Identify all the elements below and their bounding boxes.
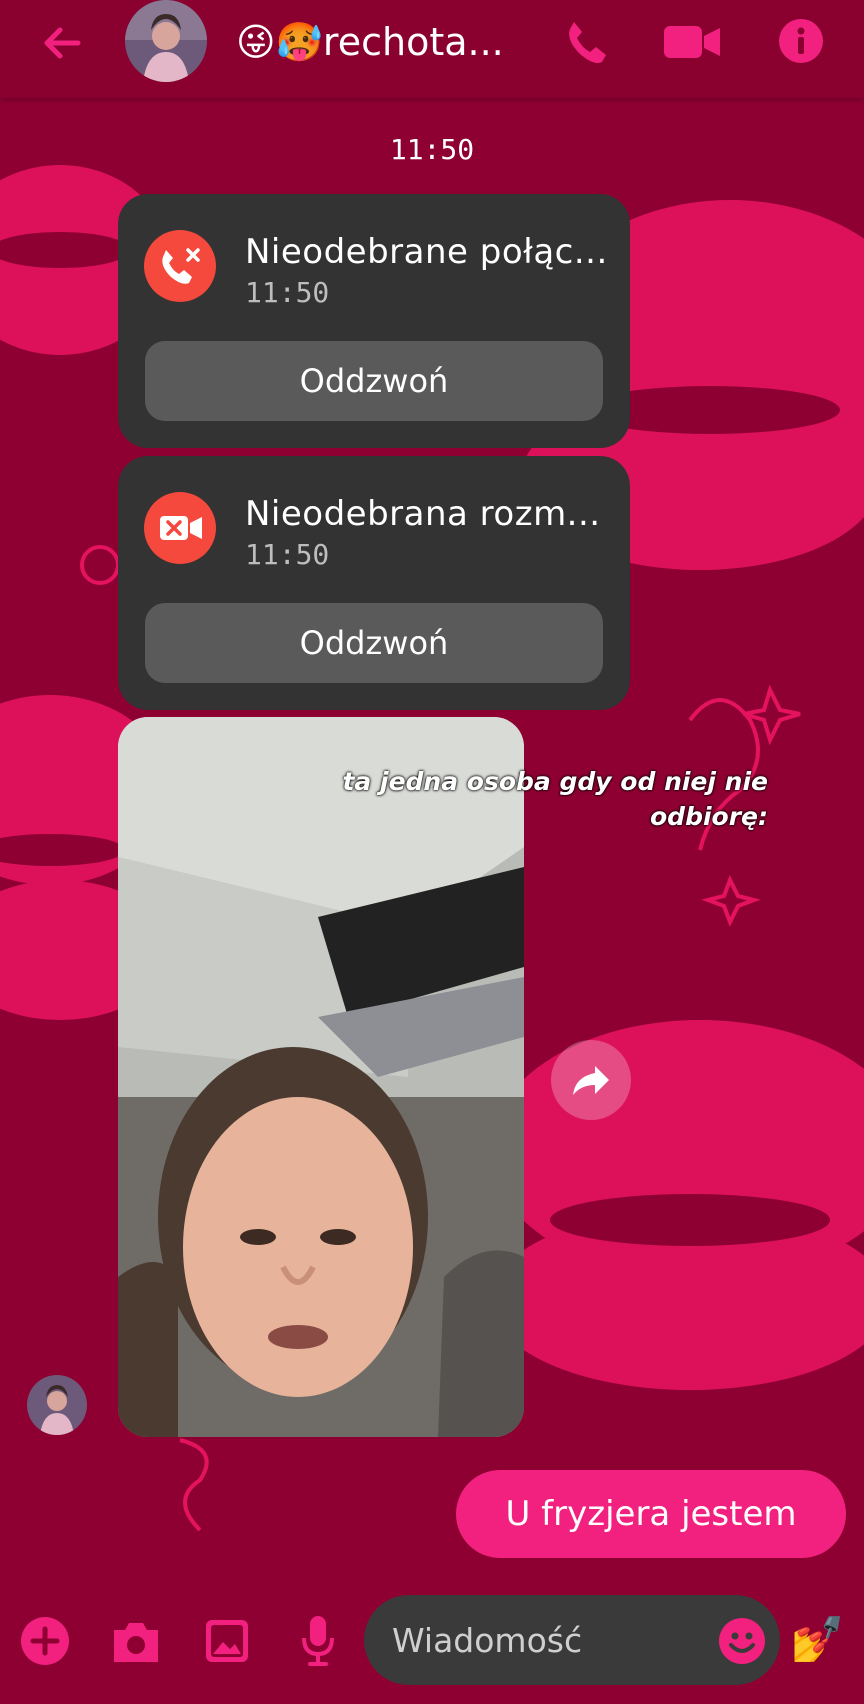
call-time: 11:50 <box>245 276 330 309</box>
gallery-button[interactable] <box>204 1618 250 1664</box>
missed-call-card: Nieodebrane połąc... 11:50 Oddzwoń <box>118 194 630 448</box>
phone-icon <box>569 22 606 63</box>
chat-title[interactable]: 😜🥵rechota... <box>236 20 504 65</box>
camera-icon <box>114 1623 158 1662</box>
call-back-button[interactable]: Oddzwoń <box>145 603 603 683</box>
image-icon <box>206 1620 248 1662</box>
chat-header: 😜🥵rechota... <box>0 0 864 98</box>
add-button[interactable] <box>20 1616 70 1666</box>
video-call-button[interactable] <box>664 22 722 62</box>
missed-video-call-icon <box>144 492 216 564</box>
quick-reaction-button[interactable]: 💅 <box>790 1612 845 1668</box>
microphone-icon <box>302 1616 334 1666</box>
back-button[interactable] <box>38 18 88 68</box>
share-arrow-icon <box>573 1066 609 1095</box>
missed-call-icon <box>144 230 216 302</box>
voice-call-button[interactable] <box>562 18 610 66</box>
video-caption: ta jedna osoba gdy od niej nie odbiorę: <box>342 767 768 831</box>
info-icon <box>779 19 823 63</box>
video-camera-icon <box>664 26 720 58</box>
plus-icon <box>21 1617 69 1665</box>
missed-video-call-card: Nieodebrana rozm... 11:50 Oddzwoń <box>118 456 630 710</box>
call-title: Nieodebrane połąc... <box>245 232 608 272</box>
call-back-button[interactable]: Oddzwoń <box>145 341 603 421</box>
share-button[interactable] <box>551 1040 631 1120</box>
call-title: Nieodebrana rozm... <box>245 494 601 534</box>
call-time: 11:50 <box>245 538 330 571</box>
contact-avatar[interactable] <box>125 0 207 82</box>
sent-message-bubble[interactable]: U fryzjera jestem <box>456 1470 846 1558</box>
emoji-button[interactable] <box>718 1617 766 1665</box>
camera-button[interactable] <box>110 1620 162 1664</box>
message-timestamp: 11:50 <box>389 133 475 166</box>
info-button[interactable] <box>778 18 824 64</box>
voice-message-button[interactable] <box>300 1614 336 1668</box>
sender-avatar[interactable] <box>27 1375 87 1435</box>
smiley-icon <box>719 1618 765 1664</box>
arrow-left-icon <box>44 27 81 59</box>
